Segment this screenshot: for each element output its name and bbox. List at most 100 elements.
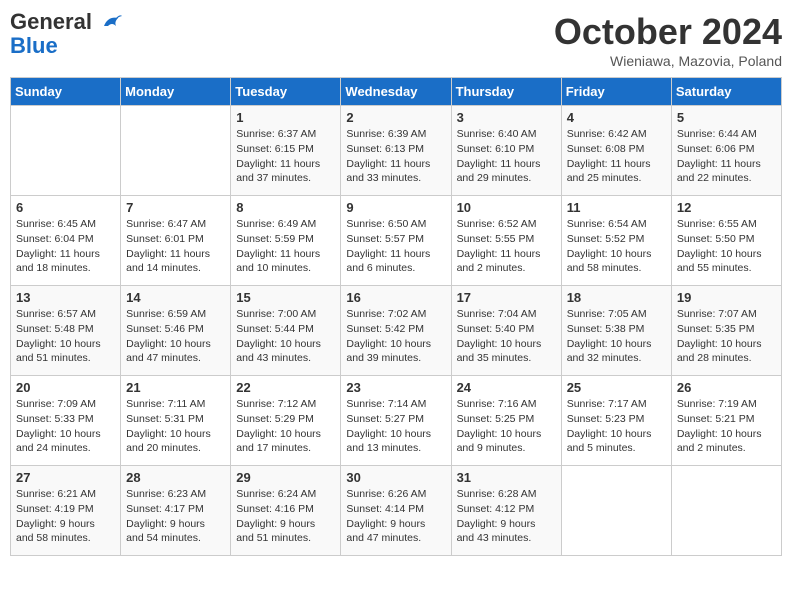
calendar-cell: 21 Sunrise: 7:11 AM Sunset: 5:31 PM Dayl…: [121, 376, 231, 466]
weekday-header: Sunday: [11, 78, 121, 106]
sunset-text: Sunset: 5:25 PM: [457, 413, 535, 425]
calendar-cell: 18 Sunrise: 7:05 AM Sunset: 5:38 PM Dayl…: [561, 286, 671, 376]
sunrise-text: Sunrise: 6:21 AM: [16, 488, 96, 500]
sunrise-text: Sunrise: 6:44 AM: [677, 128, 757, 140]
day-info: Sunrise: 6:59 AM Sunset: 5:46 PM Dayligh…: [126, 307, 225, 366]
daylight-text: Daylight: 10 hours and 9 minutes.: [457, 428, 542, 455]
daylight-text: Daylight: 11 hours and 10 minutes.: [236, 248, 320, 275]
daylight-text: Daylight: 10 hours and 32 minutes.: [567, 338, 652, 365]
day-number: 1: [236, 110, 335, 125]
daylight-text: Daylight: 10 hours and 13 minutes.: [346, 428, 431, 455]
day-number: 3: [457, 110, 556, 125]
calendar-cell: 13 Sunrise: 6:57 AM Sunset: 5:48 PM Dayl…: [11, 286, 121, 376]
sunset-text: Sunset: 5:35 PM: [677, 323, 755, 335]
daylight-text: Daylight: 10 hours and 47 minutes.: [126, 338, 211, 365]
day-info: Sunrise: 6:54 AM Sunset: 5:52 PM Dayligh…: [567, 217, 666, 276]
daylight-text: Daylight: 11 hours and 6 minutes.: [346, 248, 430, 275]
sunset-text: Sunset: 5:31 PM: [126, 413, 204, 425]
day-info: Sunrise: 7:05 AM Sunset: 5:38 PM Dayligh…: [567, 307, 666, 366]
day-info: Sunrise: 7:02 AM Sunset: 5:42 PM Dayligh…: [346, 307, 445, 366]
calendar-cell: 15 Sunrise: 7:00 AM Sunset: 5:44 PM Dayl…: [231, 286, 341, 376]
day-number: 21: [126, 380, 225, 395]
sunrise-text: Sunrise: 6:52 AM: [457, 218, 537, 230]
sunrise-text: Sunrise: 7:07 AM: [677, 308, 757, 320]
daylight-text: Daylight: 10 hours and 58 minutes.: [567, 248, 652, 275]
sunset-text: Sunset: 5:29 PM: [236, 413, 314, 425]
day-info: Sunrise: 7:12 AM Sunset: 5:29 PM Dayligh…: [236, 397, 335, 456]
daylight-text: Daylight: 11 hours and 2 minutes.: [457, 248, 541, 275]
calendar-cell: [11, 106, 121, 196]
calendar-cell: 28 Sunrise: 6:23 AM Sunset: 4:17 PM Dayl…: [121, 466, 231, 556]
calendar-cell: [561, 466, 671, 556]
sunset-text: Sunset: 4:16 PM: [236, 503, 314, 515]
day-info: Sunrise: 6:45 AM Sunset: 6:04 PM Dayligh…: [16, 217, 115, 276]
sunrise-text: Sunrise: 7:17 AM: [567, 398, 647, 410]
day-info: Sunrise: 7:07 AM Sunset: 5:35 PM Dayligh…: [677, 307, 776, 366]
sunrise-text: Sunrise: 6:50 AM: [346, 218, 426, 230]
calendar-cell: 1 Sunrise: 6:37 AM Sunset: 6:15 PM Dayli…: [231, 106, 341, 196]
daylight-text: Daylight: 9 hours and 43 minutes.: [457, 518, 536, 545]
day-info: Sunrise: 6:47 AM Sunset: 6:01 PM Dayligh…: [126, 217, 225, 276]
day-info: Sunrise: 6:26 AM Sunset: 4:14 PM Dayligh…: [346, 487, 445, 546]
calendar-cell: 9 Sunrise: 6:50 AM Sunset: 5:57 PM Dayli…: [341, 196, 451, 286]
calendar-cell: 7 Sunrise: 6:47 AM Sunset: 6:01 PM Dayli…: [121, 196, 231, 286]
logo-bird-icon: [100, 12, 122, 34]
sunset-text: Sunset: 5:46 PM: [126, 323, 204, 335]
daylight-text: Daylight: 11 hours and 25 minutes.: [567, 158, 651, 185]
day-number: 6: [16, 200, 115, 215]
daylight-text: Daylight: 10 hours and 28 minutes.: [677, 338, 762, 365]
day-number: 13: [16, 290, 115, 305]
day-number: 28: [126, 470, 225, 485]
day-number: 8: [236, 200, 335, 215]
day-number: 17: [457, 290, 556, 305]
calendar-cell: 2 Sunrise: 6:39 AM Sunset: 6:13 PM Dayli…: [341, 106, 451, 196]
daylight-text: Daylight: 9 hours and 47 minutes.: [346, 518, 425, 545]
sunrise-text: Sunrise: 6:45 AM: [16, 218, 96, 230]
daylight-text: Daylight: 11 hours and 14 minutes.: [126, 248, 210, 275]
sunrise-text: Sunrise: 7:14 AM: [346, 398, 426, 410]
calendar-cell: 3 Sunrise: 6:40 AM Sunset: 6:10 PM Dayli…: [451, 106, 561, 196]
sunrise-text: Sunrise: 7:19 AM: [677, 398, 757, 410]
calendar-cell: 17 Sunrise: 7:04 AM Sunset: 5:40 PM Dayl…: [451, 286, 561, 376]
sunset-text: Sunset: 5:55 PM: [457, 233, 535, 245]
weekday-header: Thursday: [451, 78, 561, 106]
sunset-text: Sunset: 4:17 PM: [126, 503, 204, 515]
sunset-text: Sunset: 6:04 PM: [16, 233, 94, 245]
title-area: October 2024 Wieniawa, Mazovia, Poland: [554, 10, 782, 69]
sunset-text: Sunset: 5:57 PM: [346, 233, 424, 245]
sunrise-text: Sunrise: 6:37 AM: [236, 128, 316, 140]
calendar-cell: 24 Sunrise: 7:16 AM Sunset: 5:25 PM Dayl…: [451, 376, 561, 466]
sunrise-text: Sunrise: 7:09 AM: [16, 398, 96, 410]
daylight-text: Daylight: 10 hours and 35 minutes.: [457, 338, 542, 365]
day-number: 9: [346, 200, 445, 215]
daylight-text: Daylight: 10 hours and 2 minutes.: [677, 428, 762, 455]
calendar-cell: 5 Sunrise: 6:44 AM Sunset: 6:06 PM Dayli…: [671, 106, 781, 196]
sunset-text: Sunset: 5:33 PM: [16, 413, 94, 425]
page-header: General Blue October 2024 Wieniawa, Mazo…: [10, 10, 782, 69]
daylight-text: Daylight: 10 hours and 39 minutes.: [346, 338, 431, 365]
daylight-text: Daylight: 10 hours and 43 minutes.: [236, 338, 321, 365]
calendar-cell: 25 Sunrise: 7:17 AM Sunset: 5:23 PM Dayl…: [561, 376, 671, 466]
weekday-header: Friday: [561, 78, 671, 106]
daylight-text: Daylight: 10 hours and 24 minutes.: [16, 428, 101, 455]
day-info: Sunrise: 6:23 AM Sunset: 4:17 PM Dayligh…: [126, 487, 225, 546]
sunrise-text: Sunrise: 7:11 AM: [126, 398, 205, 410]
sunset-text: Sunset: 6:10 PM: [457, 143, 535, 155]
daylight-text: Daylight: 10 hours and 55 minutes.: [677, 248, 762, 275]
sunset-text: Sunset: 5:52 PM: [567, 233, 645, 245]
daylight-text: Daylight: 10 hours and 51 minutes.: [16, 338, 101, 365]
day-info: Sunrise: 7:09 AM Sunset: 5:33 PM Dayligh…: [16, 397, 115, 456]
sunset-text: Sunset: 5:21 PM: [677, 413, 755, 425]
day-number: 19: [677, 290, 776, 305]
calendar-cell: 30 Sunrise: 6:26 AM Sunset: 4:14 PM Dayl…: [341, 466, 451, 556]
sunset-text: Sunset: 5:48 PM: [16, 323, 94, 335]
daylight-text: Daylight: 9 hours and 51 minutes.: [236, 518, 315, 545]
day-number: 4: [567, 110, 666, 125]
sunset-text: Sunset: 6:15 PM: [236, 143, 314, 155]
sunrise-text: Sunrise: 6:28 AM: [457, 488, 537, 500]
calendar-cell: 19 Sunrise: 7:07 AM Sunset: 5:35 PM Dayl…: [671, 286, 781, 376]
calendar-table: SundayMondayTuesdayWednesdayThursdayFrid…: [10, 77, 782, 556]
day-info: Sunrise: 6:24 AM Sunset: 4:16 PM Dayligh…: [236, 487, 335, 546]
daylight-text: Daylight: 11 hours and 18 minutes.: [16, 248, 100, 275]
sunrise-text: Sunrise: 7:00 AM: [236, 308, 316, 320]
